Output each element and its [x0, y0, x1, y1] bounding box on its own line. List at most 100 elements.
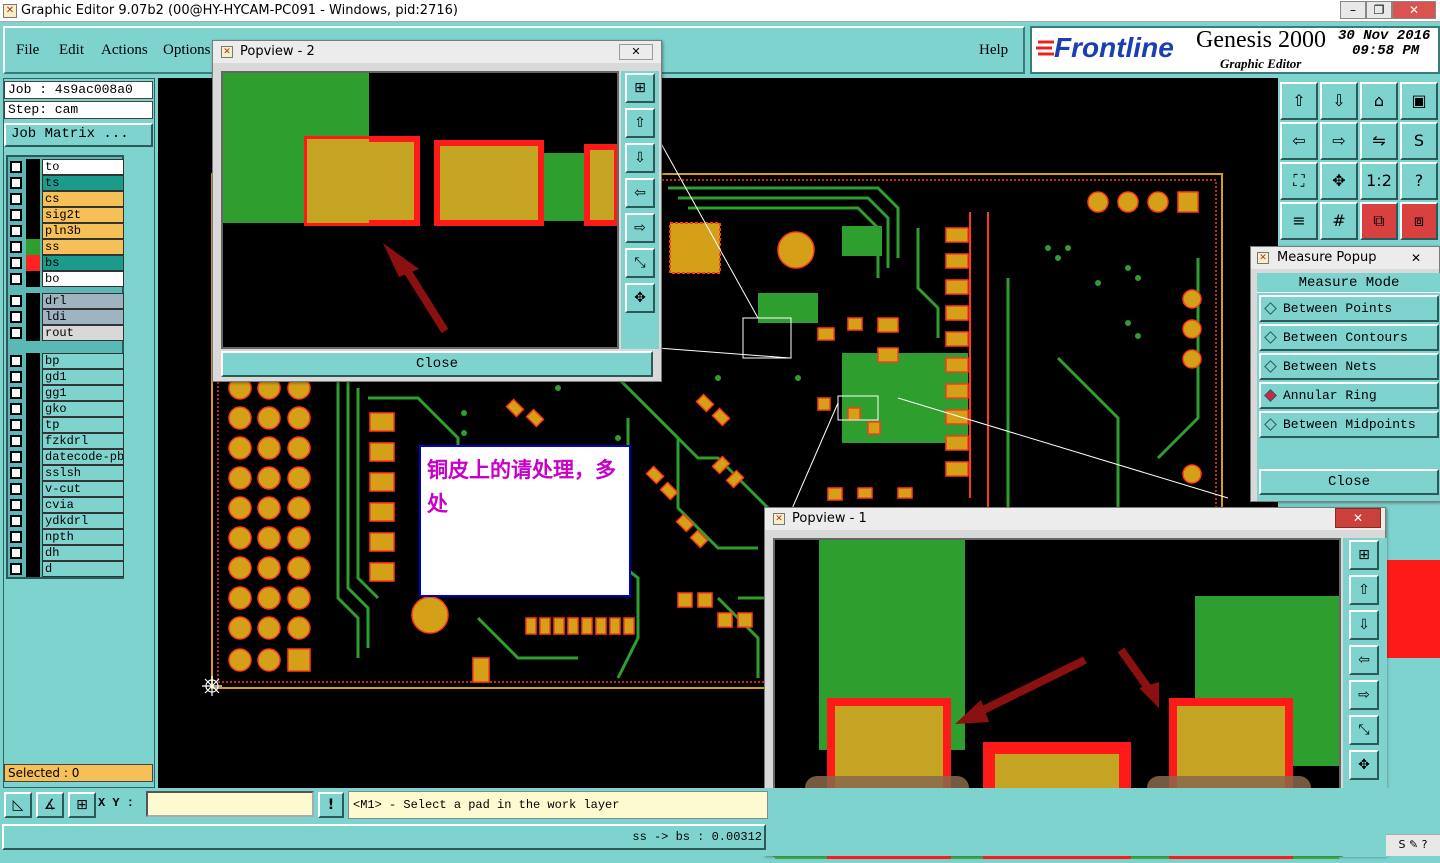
layer-checkbox[interactable]	[10, 257, 22, 269]
xy-input[interactable]	[146, 791, 314, 817]
home-bottom-icon[interactable]: ⇩	[1320, 82, 1358, 120]
layer-color-swatch[interactable]	[26, 369, 40, 385]
layer-name[interactable]: ldi	[42, 309, 124, 325]
layer-row[interactable]: sig2t	[8, 207, 124, 223]
layer-color-swatch[interactable]	[26, 561, 40, 577]
layer-name[interactable]: gd1	[42, 369, 124, 385]
layer-name[interactable]: drl	[42, 293, 124, 309]
layer-color-swatch[interactable]	[26, 545, 40, 561]
menu-edit[interactable]: Edit	[59, 42, 84, 59]
measure-tool-icon[interactable]: ≡	[1280, 202, 1318, 240]
panel-icon[interactable]: ▣	[1400, 82, 1438, 120]
layer-name[interactable]: bp	[42, 353, 124, 369]
pan-down-icon[interactable]: ⇩	[625, 143, 655, 173]
zoom-in-icon[interactable]: ⤡	[1349, 715, 1379, 745]
layer-name[interactable]: gg1	[42, 385, 124, 401]
layer-row[interactable]: rout	[8, 325, 124, 341]
layer-row[interactable]: bs	[8, 255, 124, 271]
measure-close-button[interactable]: Close	[1259, 469, 1439, 495]
zoom-fit-icon[interactable]: ⊞	[625, 73, 655, 103]
layer-view-icon[interactable]: ⧈	[1400, 202, 1438, 240]
layer-name[interactable]: fzkdrl	[42, 433, 124, 449]
layer-color-swatch[interactable]	[26, 513, 40, 529]
measure-popup-close-x-button[interactable]: ✕	[1411, 247, 1421, 269]
layer-row[interactable]: datecode-pbe	[8, 449, 124, 465]
layer-row[interactable]: ss	[8, 239, 124, 255]
fit-screen-icon[interactable]: ⛶	[1280, 162, 1318, 200]
home-top-icon[interactable]: ⇧	[1280, 82, 1318, 120]
snap-icon[interactable]: ◺	[4, 792, 32, 818]
menu-actions[interactable]: Actions	[101, 42, 148, 59]
net-view-icon[interactable]: ⧉	[1360, 202, 1398, 240]
measure-option[interactable]: Between Points	[1259, 295, 1439, 322]
layer-row[interactable]: cs	[8, 191, 124, 207]
layer-color-swatch[interactable]	[26, 417, 40, 433]
layer-checkbox[interactable]	[10, 273, 22, 285]
arrow-left-icon[interactable]: ⇦	[1280, 122, 1318, 160]
layer-checkbox[interactable]	[10, 499, 22, 511]
layer-checkbox[interactable]	[10, 209, 22, 221]
angle-icon[interactable]: ∡	[36, 792, 64, 818]
layer-color-swatch[interactable]	[26, 385, 40, 401]
restore-button[interactable]: ❐	[1366, 1, 1392, 19]
layer-row[interactable]: ts	[8, 175, 124, 191]
popview-2-close-button[interactable]: Close	[221, 351, 653, 377]
layer-checkbox[interactable]	[10, 177, 22, 189]
layer-color-swatch[interactable]	[26, 529, 40, 545]
layer-color-swatch[interactable]	[26, 159, 40, 175]
layer-color-swatch[interactable]	[26, 309, 40, 325]
layer-checkbox[interactable]	[10, 327, 22, 339]
layer-color-swatch[interactable]	[26, 223, 40, 239]
layer-color-swatch[interactable]	[26, 465, 40, 481]
pan-left-icon[interactable]: ⇦	[625, 178, 655, 208]
layer-name[interactable]: datecode-pbe	[42, 449, 124, 465]
layer-checkbox[interactable]	[10, 387, 22, 399]
pan-up-icon[interactable]: ⇧	[1349, 575, 1379, 605]
layer-name[interactable]: dh	[42, 545, 124, 561]
layer-name[interactable]: bs	[42, 255, 124, 271]
arrow-right-icon[interactable]: ⇨	[1320, 122, 1358, 160]
help-icon[interactable]: ?	[1400, 162, 1438, 200]
layer-row[interactable]: bp	[8, 353, 124, 369]
layer-row[interactable]: gd1	[8, 369, 124, 385]
layer-name[interactable]: cvia	[42, 497, 124, 513]
home-icon[interactable]: ⌂	[1360, 82, 1398, 120]
radio-diamond-icon[interactable]	[1264, 302, 1277, 315]
layer-color-swatch[interactable]	[26, 191, 40, 207]
layer-color-swatch[interactable]	[26, 353, 40, 369]
layer-checkbox[interactable]	[10, 563, 22, 575]
layer-name[interactable]: pln3b	[42, 223, 124, 239]
layer-name[interactable]: d	[42, 561, 124, 577]
layer-name[interactable]: ydkdrl	[42, 513, 124, 529]
layer-row[interactable]: drl	[8, 293, 124, 309]
layer-row[interactable]: gko	[8, 401, 124, 417]
grid-icon[interactable]: ⊞	[68, 792, 96, 818]
layer-color-swatch[interactable]	[26, 401, 40, 417]
popview-1-close-x-button[interactable]: ✕	[1335, 508, 1381, 528]
layer-name[interactable]: ss	[42, 239, 124, 255]
close-window-button[interactable]: ✕	[1392, 1, 1436, 19]
step-icon[interactable]: S	[1400, 122, 1438, 160]
layer-name[interactable]: npth	[42, 529, 124, 545]
layer-color-swatch[interactable]	[26, 239, 40, 255]
layer-checkbox[interactable]	[10, 225, 22, 237]
zoom-out-icon[interactable]: ✥	[1349, 750, 1379, 780]
layer-row[interactable]: d	[8, 561, 124, 577]
layer-row[interactable]: dh	[8, 545, 124, 561]
layer-checkbox[interactable]	[10, 451, 22, 463]
scale-icon[interactable]: 1:2	[1360, 162, 1398, 200]
measure-option[interactable]: Between Nets	[1259, 353, 1439, 380]
measure-option[interactable]: Between Contours	[1259, 324, 1439, 351]
layer-name[interactable]: sig2t	[42, 207, 124, 223]
layer-name[interactable]: tp	[42, 417, 124, 433]
layer-row[interactable]: ydkdrl	[8, 513, 124, 529]
layer-checkbox[interactable]	[10, 467, 22, 479]
radio-diamond-icon[interactable]	[1264, 389, 1277, 402]
layer-row[interactable]: v-cut	[8, 481, 124, 497]
layer-row[interactable]: bo	[8, 271, 124, 287]
layer-color-swatch[interactable]	[26, 497, 40, 513]
layer-checkbox[interactable]	[10, 355, 22, 367]
layer-checkbox[interactable]	[10, 295, 22, 307]
popview-2-close-x-button[interactable]: ✕	[619, 44, 653, 60]
layer-row[interactable]: cvia	[8, 497, 124, 513]
